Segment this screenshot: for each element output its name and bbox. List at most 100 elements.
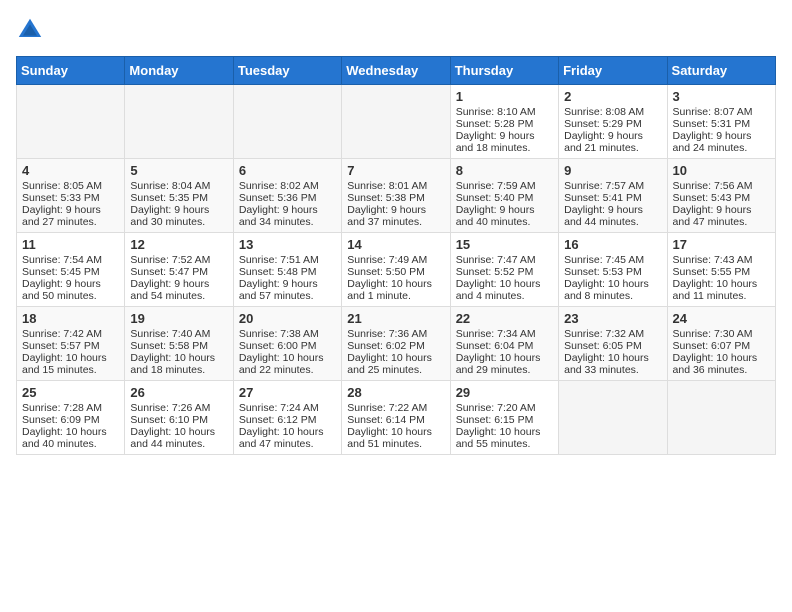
- calendar-week-3: 11Sunrise: 7:54 AMSunset: 5:45 PMDayligh…: [17, 233, 776, 307]
- calendar-week-2: 4Sunrise: 8:05 AMSunset: 5:33 PMDaylight…: [17, 159, 776, 233]
- day-info: Sunset: 5:53 PM: [564, 266, 661, 278]
- day-info: Daylight: 9 hours and 40 minutes.: [456, 204, 553, 228]
- day-info: Sunrise: 7:36 AM: [347, 328, 444, 340]
- day-info: Sunset: 5:45 PM: [22, 266, 119, 278]
- calendar-cell: 25Sunrise: 7:28 AMSunset: 6:09 PMDayligh…: [17, 381, 125, 455]
- day-info: Sunrise: 7:22 AM: [347, 402, 444, 414]
- calendar-cell: 9Sunrise: 7:57 AMSunset: 5:41 PMDaylight…: [559, 159, 667, 233]
- day-number: 17: [673, 237, 770, 252]
- day-info: Sunset: 5:52 PM: [456, 266, 553, 278]
- day-info: Sunrise: 7:32 AM: [564, 328, 661, 340]
- day-info: Sunset: 5:40 PM: [456, 192, 553, 204]
- day-info: Sunset: 5:57 PM: [22, 340, 119, 352]
- day-number: 20: [239, 311, 336, 326]
- day-info: Sunrise: 8:08 AM: [564, 106, 661, 118]
- calendar-cell: 2Sunrise: 8:08 AMSunset: 5:29 PMDaylight…: [559, 85, 667, 159]
- day-number: 7: [347, 163, 444, 178]
- day-info: Sunset: 5:43 PM: [673, 192, 770, 204]
- day-info: Daylight: 10 hours and 51 minutes.: [347, 426, 444, 450]
- day-number: 14: [347, 237, 444, 252]
- day-info: Sunset: 5:36 PM: [239, 192, 336, 204]
- day-info: Daylight: 9 hours and 54 minutes.: [130, 278, 227, 302]
- day-info: Sunset: 5:38 PM: [347, 192, 444, 204]
- calendar-cell: [342, 85, 450, 159]
- day-number: 2: [564, 89, 661, 104]
- column-header-wednesday: Wednesday: [342, 57, 450, 85]
- day-info: Daylight: 9 hours and 34 minutes.: [239, 204, 336, 228]
- day-info: Sunrise: 7:51 AM: [239, 254, 336, 266]
- day-info: Sunrise: 7:43 AM: [673, 254, 770, 266]
- day-info: Sunrise: 7:57 AM: [564, 180, 661, 192]
- column-header-thursday: Thursday: [450, 57, 558, 85]
- day-info: Sunrise: 7:34 AM: [456, 328, 553, 340]
- calendar-cell: 4Sunrise: 8:05 AMSunset: 5:33 PMDaylight…: [17, 159, 125, 233]
- day-number: 4: [22, 163, 119, 178]
- day-info: Daylight: 10 hours and 44 minutes.: [130, 426, 227, 450]
- day-number: 8: [456, 163, 553, 178]
- day-info: Daylight: 10 hours and 55 minutes.: [456, 426, 553, 450]
- day-info: Sunrise: 7:38 AM: [239, 328, 336, 340]
- day-info: Sunset: 6:00 PM: [239, 340, 336, 352]
- day-number: 25: [22, 385, 119, 400]
- day-info: Sunset: 5:48 PM: [239, 266, 336, 278]
- day-info: Daylight: 9 hours and 27 minutes.: [22, 204, 119, 228]
- day-number: 16: [564, 237, 661, 252]
- day-number: 13: [239, 237, 336, 252]
- calendar-cell: 22Sunrise: 7:34 AMSunset: 6:04 PMDayligh…: [450, 307, 558, 381]
- day-info: Sunset: 5:41 PM: [564, 192, 661, 204]
- calendar-week-1: 1Sunrise: 8:10 AMSunset: 5:28 PMDaylight…: [17, 85, 776, 159]
- calendar-cell: 28 Sunrise: 7:22 AMSunset: 6:14 PMDayligh…: [342, 381, 450, 455]
- day-number: 24: [673, 311, 770, 326]
- day-number: 28: [347, 385, 444, 400]
- calendar-cell: 8Sunrise: 7:59 AMSunset: 5:40 PMDaylight…: [450, 159, 558, 233]
- calendar-cell: 24Sunrise: 7:30 AMSunset: 6:07 PMDayligh…: [667, 307, 775, 381]
- day-info: Sunrise: 7:40 AM: [130, 328, 227, 340]
- calendar-cell: 18Sunrise: 7:42 AMSunset: 5:57 PMDayligh…: [17, 307, 125, 381]
- day-info: Sunrise: 7:47 AM: [456, 254, 553, 266]
- day-info: Daylight: 10 hours and 8 minutes.: [564, 278, 661, 302]
- day-info: Daylight: 10 hours and 25 minutes.: [347, 352, 444, 376]
- day-info: Daylight: 10 hours and 15 minutes.: [22, 352, 119, 376]
- calendar-cell: 12Sunrise: 7:52 AMSunset: 5:47 PMDayligh…: [125, 233, 233, 307]
- calendar-cell: 16Sunrise: 7:45 AMSunset: 5:53 PMDayligh…: [559, 233, 667, 307]
- day-info: Daylight: 10 hours and 18 minutes.: [130, 352, 227, 376]
- column-header-saturday: Saturday: [667, 57, 775, 85]
- logo: [16, 16, 48, 44]
- day-number: 18: [22, 311, 119, 326]
- day-info: Daylight: 10 hours and 36 minutes.: [673, 352, 770, 376]
- calendar-cell: 23 Sunrise: 7:32 AMSunset: 6:05 PMDayligh…: [559, 307, 667, 381]
- day-info: Daylight: 10 hours and 47 minutes.: [239, 426, 336, 450]
- day-info: Sunrise: 7:56 AM: [673, 180, 770, 192]
- day-info: Sunrise: 8:04 AM: [130, 180, 227, 192]
- day-info: Sunrise: 8:10 AM: [456, 106, 553, 118]
- calendar-cell: 14Sunrise: 7:49 AMSunset: 5:50 PMDayligh…: [342, 233, 450, 307]
- calendar-cell: 11Sunrise: 7:54 AMSunset: 5:45 PMDayligh…: [17, 233, 125, 307]
- calendar-table: SundayMondayTuesdayWednesdayThursdayFrid…: [16, 56, 776, 455]
- day-info: Sunset: 6:12 PM: [239, 414, 336, 426]
- day-info: Sunrise: 8:01 AM: [347, 180, 444, 192]
- day-info: Sunrise: 7:26 AM: [130, 402, 227, 414]
- day-info: Daylight: 9 hours and 57 minutes.: [239, 278, 336, 302]
- day-number: 22: [456, 311, 553, 326]
- day-info: Sunrise: 7:49 AM: [347, 254, 444, 266]
- day-info: Sunrise: 7:24 AM: [239, 402, 336, 414]
- calendar-week-5: 25Sunrise: 7:28 AMSunset: 6:09 PMDayligh…: [17, 381, 776, 455]
- calendar-cell: 27Sunrise: 7:24 AMSunset: 6:12 PMDayligh…: [233, 381, 341, 455]
- day-info: Daylight: 9 hours and 18 minutes.: [456, 130, 553, 154]
- day-info: Sunset: 6:07 PM: [673, 340, 770, 352]
- day-number: 11: [22, 237, 119, 252]
- day-info: Sunset: 6:14 PM: [347, 414, 444, 426]
- day-info: Daylight: 10 hours and 29 minutes.: [456, 352, 553, 376]
- calendar-cell: [233, 85, 341, 159]
- day-number: 21: [347, 311, 444, 326]
- day-info: Sunset: 6:05 PM: [564, 340, 661, 352]
- day-info: Daylight: 9 hours and 21 minutes.: [564, 130, 661, 154]
- day-number: 6: [239, 163, 336, 178]
- day-number: 23: [564, 311, 661, 326]
- day-info: Sunset: 6:10 PM: [130, 414, 227, 426]
- column-header-tuesday: Tuesday: [233, 57, 341, 85]
- day-info: Daylight: 10 hours and 33 minutes.: [564, 352, 661, 376]
- calendar-cell: 13 Sunrise: 7:51 AMSunset: 5:48 PMDayligh…: [233, 233, 341, 307]
- day-info: Sunrise: 7:28 AM: [22, 402, 119, 414]
- day-info: Sunset: 5:33 PM: [22, 192, 119, 204]
